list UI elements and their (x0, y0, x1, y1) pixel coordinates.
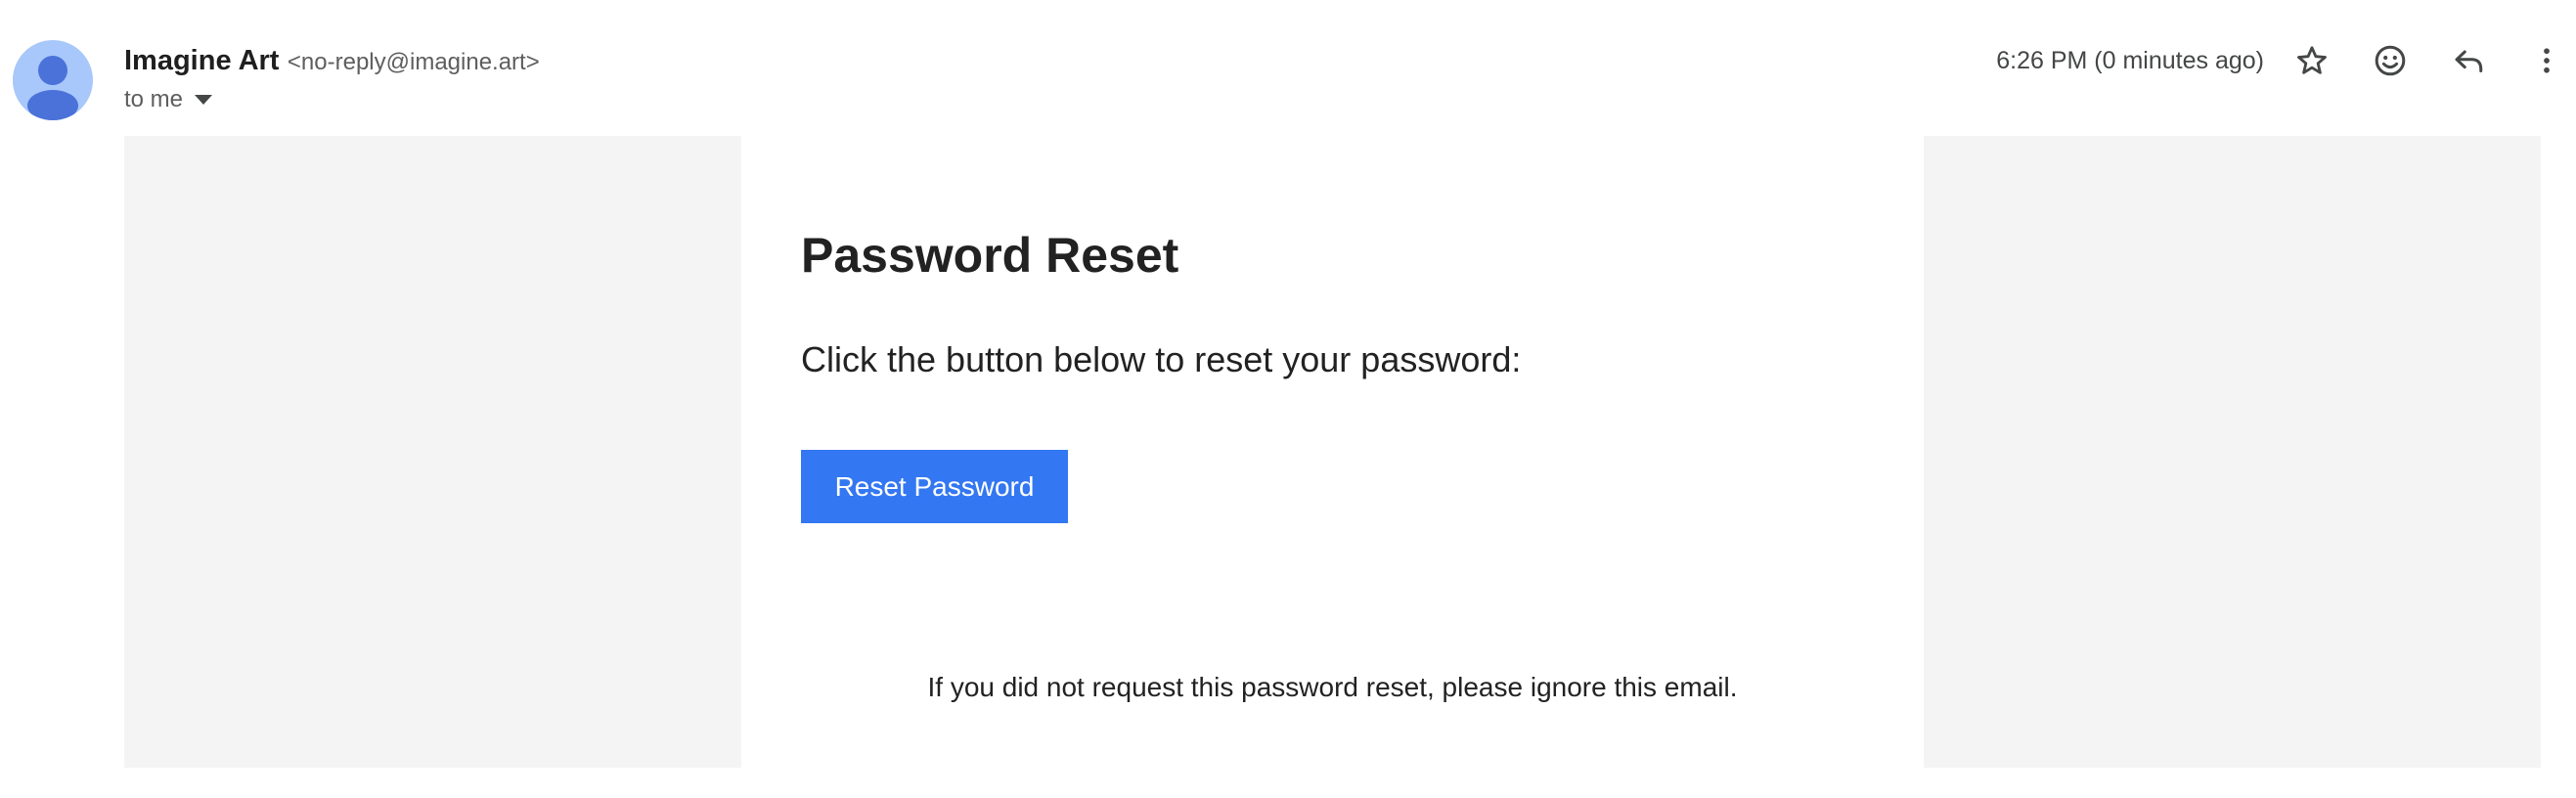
email-footer-note: If you did not request this password res… (927, 672, 1738, 702)
reply-icon[interactable] (2443, 35, 2494, 86)
email-title: Password Reset (801, 228, 1179, 283)
star-icon[interactable] (2287, 35, 2337, 86)
chevron-down-icon[interactable] (195, 95, 213, 105)
sender-email: <no-reply@imagine.art> (287, 49, 540, 75)
sender-avatar[interactable] (13, 40, 93, 120)
email-content: Password Reset Click the button below to… (741, 136, 1924, 768)
email-view: Imagine Art <no-reply@imagine.art> to me… (0, 0, 2576, 798)
emoji-icon[interactable] (2365, 35, 2416, 86)
recipient-label: to me (124, 86, 184, 112)
more-vert-icon[interactable] (2521, 35, 2572, 86)
sender-line: Imagine Art <no-reply@imagine.art> (124, 41, 540, 85)
reset-password-button[interactable]: Reset Password (801, 450, 1068, 523)
recipient-line: to me (124, 84, 213, 115)
email-instruction: Click the button below to reset your pas… (801, 339, 1522, 379)
message-timestamp: 6:26 PM (0 minutes ago) (1996, 46, 2264, 74)
sender-name[interactable]: Imagine Art (124, 45, 279, 76)
message-actions: 6:26 PM (0 minutes ago) (1996, 35, 2576, 86)
person-icon (27, 56, 78, 120)
email-body: Password Reset Click the button below to… (124, 136, 2541, 768)
